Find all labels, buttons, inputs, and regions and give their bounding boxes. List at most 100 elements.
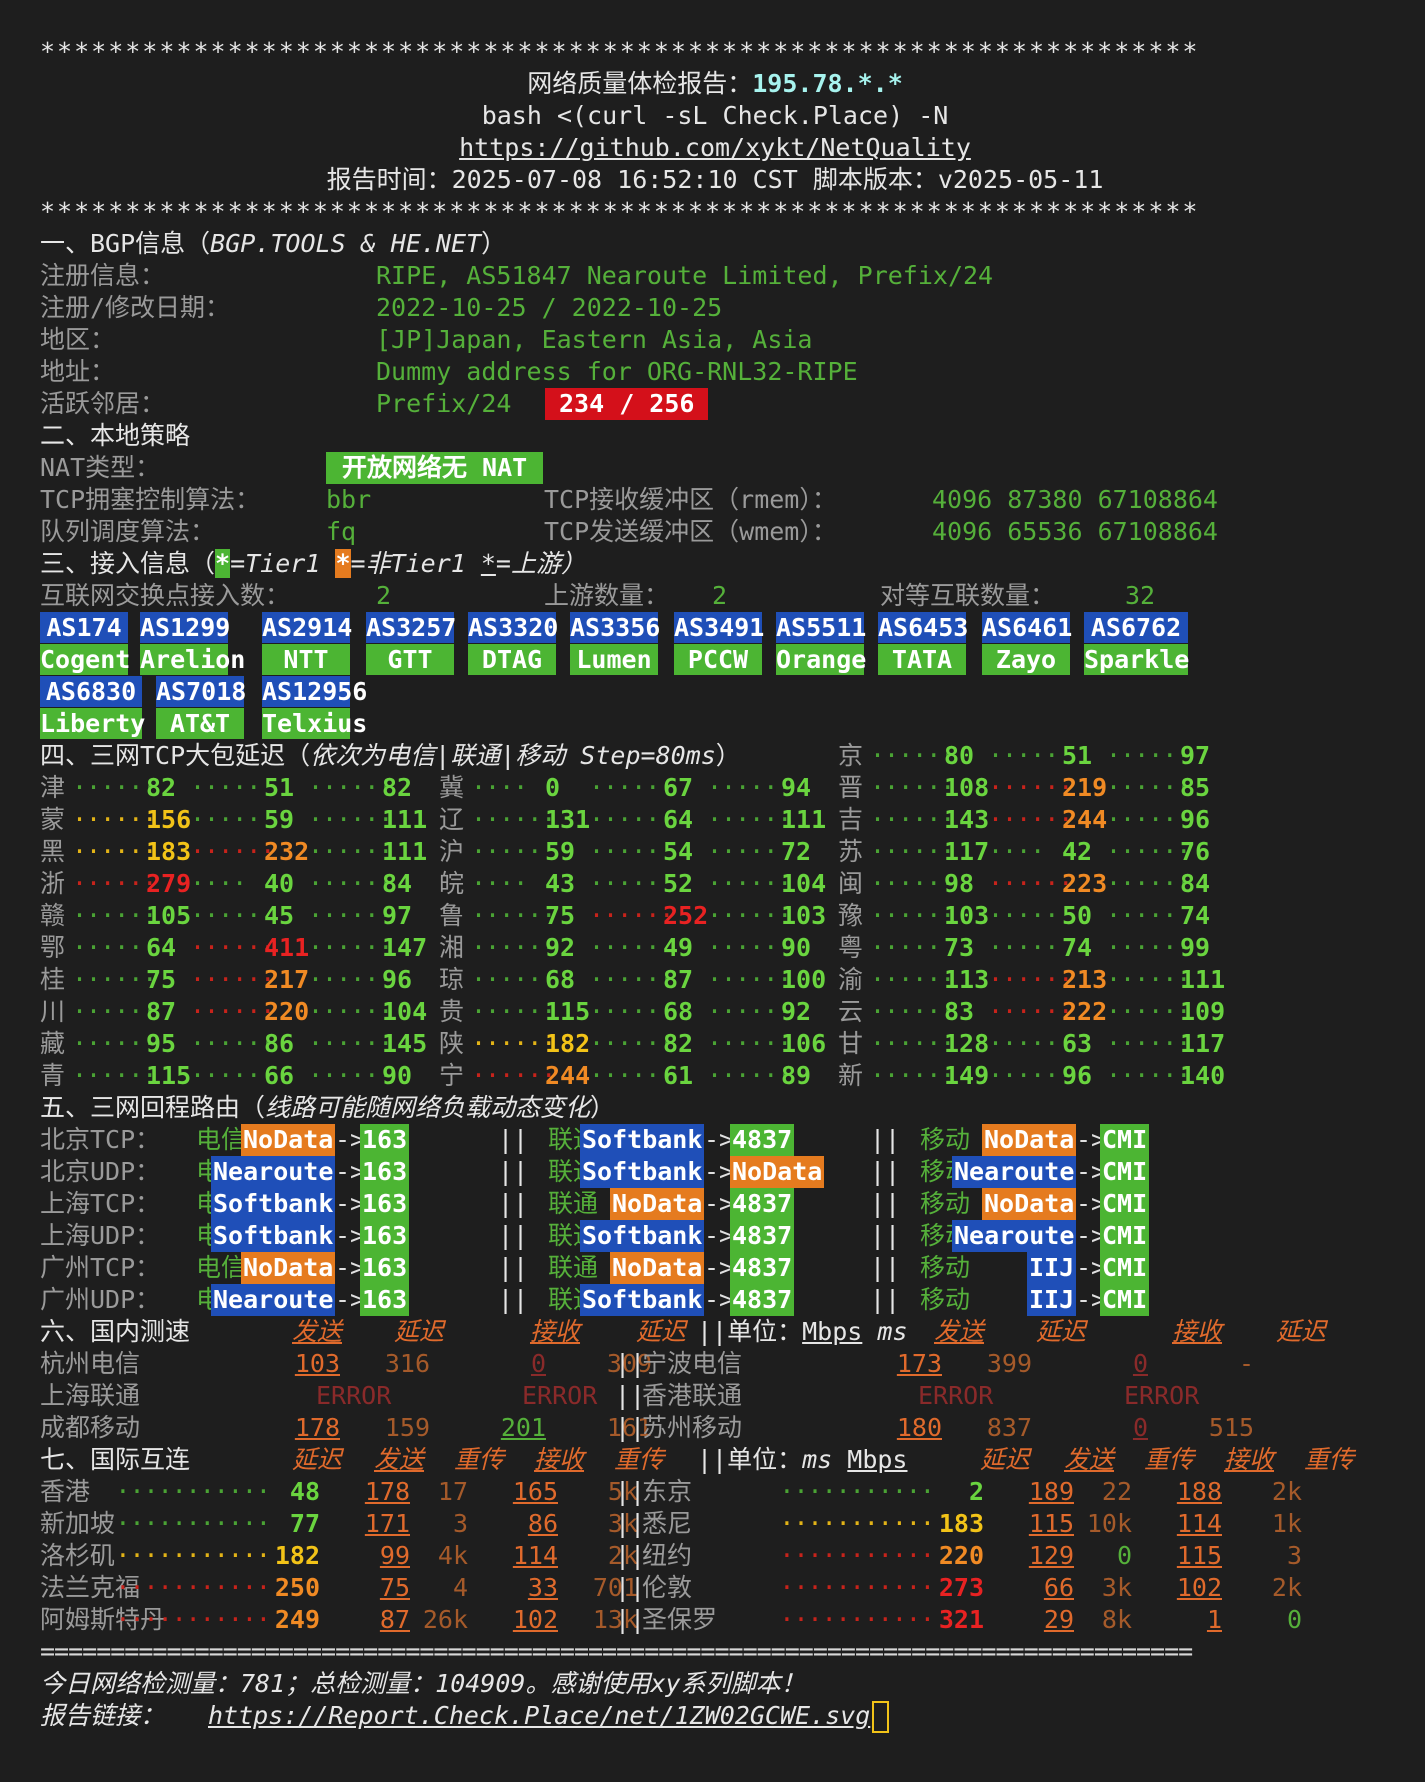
latency-row: 浙········279····40······84皖····43·····52… bbox=[40, 868, 1390, 900]
province-label: 苏 bbox=[838, 837, 864, 866]
asn-name: Lumen bbox=[570, 644, 658, 675]
intl-node: 洛杉矶 bbox=[40, 1541, 116, 1570]
latency-value: 222 bbox=[1062, 997, 1108, 1026]
footer-count: 今日网络检测量：781；总检测量：104909。感谢使用xy系列脚本！ bbox=[40, 1669, 806, 1698]
asn-number: AS6461 bbox=[982, 612, 1073, 643]
intl-latency: 249 bbox=[274, 1605, 320, 1634]
route-target: 163 bbox=[360, 1124, 410, 1156]
intl-recv: 115 bbox=[1176, 1541, 1222, 1570]
intl-send: 75 bbox=[379, 1573, 410, 1602]
intl-node: 香港 bbox=[40, 1477, 91, 1506]
province-label: 豫 bbox=[838, 901, 864, 930]
latency-value: 84 bbox=[382, 869, 413, 898]
latency-value: 183 bbox=[146, 837, 192, 866]
latency-row: 桂······75········217······96琼·····68····… bbox=[40, 964, 1390, 996]
latency-bar: ····· bbox=[707, 837, 778, 866]
queue-row: 队列调度算法： fq TCP发送缓冲区（wmem）： 4096 65536 67108… bbox=[40, 517, 1218, 546]
latency-bar: ········ bbox=[988, 965, 1068, 994]
latency-value: 59 bbox=[264, 805, 295, 834]
intl-r2: 2k bbox=[1271, 1477, 1302, 1506]
asn-badge: AS3356 Lumen bbox=[570, 612, 660, 676]
latency-bar: ··········· bbox=[779, 1573, 935, 1602]
latency-bar: ······ bbox=[1106, 869, 1186, 898]
repo-link[interactable]: https://github.com/xykt/NetQuality bbox=[459, 133, 971, 162]
latency-bar: ······· bbox=[1106, 1029, 1186, 1058]
latency-bar: ······· bbox=[72, 901, 152, 930]
latency-bar: ···· bbox=[471, 869, 528, 898]
asn-badge: AS3320 DTAG bbox=[468, 612, 558, 676]
command-line: bash <(curl -sL Check.Place) -N bbox=[481, 101, 949, 130]
latency-value: 82 bbox=[146, 773, 177, 802]
latency-bar: ······· bbox=[870, 837, 950, 866]
asn-number: AS1299 bbox=[140, 612, 231, 643]
asn-badge: AS174 Cogent bbox=[40, 612, 130, 676]
latency-grid: 津 ······ 82 ····· 51 ······ 82 冀 ···· 0 ····· 67 ···… bbox=[40, 772, 1390, 1092]
report-link[interactable]: https://Report.Check.Place/net/1ZW02GCWE… bbox=[208, 1700, 870, 1732]
intl-row: 香港 ··········· 48 178 17 165 5k || 东京 ···········… bbox=[40, 1476, 1390, 1508]
province-label: 鲁 bbox=[439, 901, 465, 930]
latency-value: 40 bbox=[264, 869, 295, 898]
section-route-title: 五、三网回程路由（线路可能随网络负载动态变化） bbox=[40, 1093, 616, 1122]
route-target: 163 bbox=[360, 1156, 410, 1188]
latency-value: 64 bbox=[663, 805, 694, 834]
intl-row: 法兰克福 ··········· 250 75 4 33 701 || 伦敦 ··········… bbox=[40, 1572, 1390, 1604]
intl-r2: 3 bbox=[1286, 1541, 1302, 1570]
province-label: 渝 bbox=[838, 965, 864, 994]
latency-value: 149 bbox=[944, 1061, 990, 1090]
intl-r1: 3k bbox=[1101, 1573, 1132, 1602]
intl-r1: 26k bbox=[422, 1605, 468, 1634]
latency-value: 59 bbox=[545, 837, 576, 866]
latency-bar: ········ bbox=[471, 1029, 551, 1058]
latency-value: 128 bbox=[944, 1029, 990, 1058]
latency-bar: ····· bbox=[190, 805, 261, 834]
section-latency-title: 四、三网TCP大包延迟（依次为电信|联通|移动 Step=80ms） 京 ····… bbox=[40, 741, 1211, 770]
latency-bar: ······ bbox=[589, 1029, 669, 1058]
route-target: CMI bbox=[1100, 1124, 1150, 1156]
latency-bar: ··········· bbox=[779, 1605, 935, 1634]
latency-bar: ····· bbox=[190, 773, 261, 802]
latency-bar: ······ bbox=[1106, 773, 1186, 802]
asn-name: NTT bbox=[262, 644, 350, 675]
latency-value: 90 bbox=[382, 1061, 413, 1090]
speed-lat: 399 bbox=[986, 1349, 1032, 1378]
intl-r1: 4k bbox=[437, 1541, 468, 1570]
column-separator: || bbox=[615, 1349, 646, 1378]
route-separator: || bbox=[498, 1189, 529, 1218]
latency-bar: ··········· bbox=[779, 1541, 935, 1570]
latency-value: 111 bbox=[382, 837, 428, 866]
latency-value: 279 bbox=[146, 869, 192, 898]
intl-r2: 0 bbox=[1286, 1605, 1302, 1634]
route-target: CMI bbox=[1100, 1188, 1150, 1220]
route-target: 4837 bbox=[730, 1220, 795, 1252]
carrier-label: 联通 bbox=[548, 1189, 599, 1218]
latency-bar: ······ bbox=[988, 1061, 1068, 1090]
intl-recv: 1 bbox=[1206, 1605, 1222, 1634]
route-row: 北京TCP： 电信 NoData -> 163 || 联通 Softbank -> 4837 || 移… bbox=[40, 1124, 1390, 1156]
latency-bar: ········ bbox=[308, 933, 388, 962]
latency-bar: ········ bbox=[870, 1061, 950, 1090]
route-hop: NoData bbox=[982, 1188, 1077, 1220]
province-label: 湘 bbox=[439, 933, 465, 962]
latency-value: 42 bbox=[1062, 837, 1093, 866]
latency-value: 113 bbox=[944, 965, 990, 994]
bgp-address: 地址： Dummy address for ORG-RNL32-RIPE bbox=[40, 357, 858, 386]
latency-bar: ······· bbox=[870, 1029, 950, 1058]
asn-name: Liberty bbox=[40, 708, 146, 739]
intl-recv: 114 bbox=[512, 1541, 558, 1570]
asn-badge: AS6453 TATA bbox=[878, 612, 968, 676]
intl-send: 66 bbox=[1043, 1573, 1074, 1602]
speed-node: 香港联通 bbox=[642, 1381, 743, 1410]
speed-node: 成都移动 bbox=[40, 1413, 141, 1442]
province-label: 吉 bbox=[838, 805, 864, 834]
province-label: 津 bbox=[40, 773, 66, 802]
latency-bar: ········ bbox=[190, 837, 270, 866]
intl-latency: 250 bbox=[274, 1573, 320, 1602]
latency-value: 50 bbox=[1062, 901, 1093, 930]
bgp-region: 地区： [JP]Japan, Eastern Asia, Asia bbox=[40, 325, 813, 354]
latency-value: 51 bbox=[264, 773, 295, 802]
latency-value: 95 bbox=[146, 1029, 177, 1058]
latency-bar: ··········· bbox=[115, 1509, 271, 1538]
latency-bar: ······ bbox=[1106, 805, 1186, 834]
latency-value: 143 bbox=[944, 805, 990, 834]
carrier-label: 移动 bbox=[920, 1189, 971, 1218]
